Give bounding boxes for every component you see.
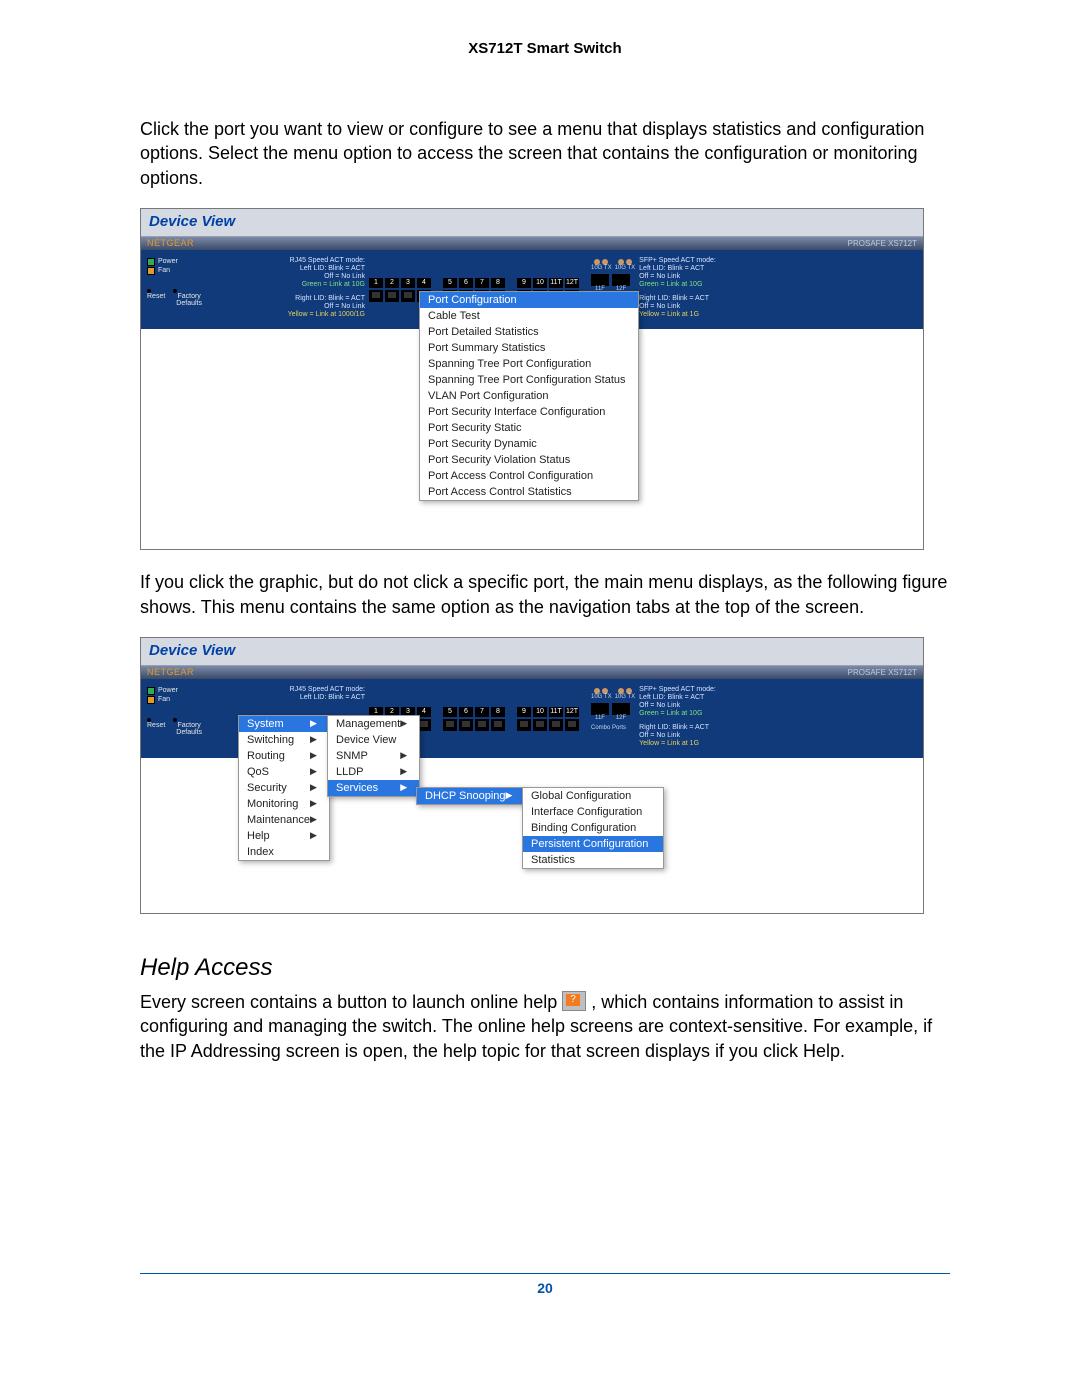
menu-interface-config[interactable]: Interface Configuration [523, 804, 663, 820]
footer-rule [140, 1273, 950, 1274]
menu-vlan-port-config[interactable]: VLAN Port Configuration [420, 388, 638, 404]
main-menu-col4[interactable]: Global Configuration Interface Configura… [522, 787, 664, 869]
panel-title: Device View [141, 209, 923, 237]
main-menu-col2[interactable]: Management▶ Device View SNMP▶ LLDP▶ Serv… [327, 715, 420, 797]
menu-stp-port-config-status[interactable]: Spanning Tree Port Configuration Status [420, 372, 638, 388]
port-context-menu[interactable]: Port Configuration Cable Test Port Detai… [419, 291, 639, 501]
menu-port-access-control-stats[interactable]: Port Access Control Statistics [420, 484, 638, 500]
menu-port-security-interface[interactable]: Port Security Interface Configuration [420, 404, 638, 420]
menu-port-access-control-config[interactable]: Port Access Control Configuration [420, 468, 638, 484]
help-icon [562, 991, 586, 1011]
menu-statistics[interactable]: Statistics [523, 852, 663, 868]
menu-services[interactable]: Services▶ [328, 780, 419, 796]
led-power: Power [158, 258, 178, 265]
menu-maintenance[interactable]: Maintenance▶ [239, 812, 329, 828]
menu-device-view[interactable]: Device View [328, 732, 419, 748]
led-reset: Reset [147, 293, 165, 300]
paragraph-1: Click the port you want to view or confi… [140, 117, 950, 190]
menu-port-configuration[interactable]: Port Configuration [420, 292, 638, 308]
led-fan: Fan [158, 267, 170, 274]
menu-port-security-violation[interactable]: Port Security Violation Status [420, 452, 638, 468]
doc-title: XS712T Smart Switch [140, 40, 950, 57]
menu-port-summary-statistics[interactable]: Port Summary Statistics [420, 340, 638, 356]
model-text: PROSAFE XS712T [848, 237, 923, 250]
panel-title-2: Device View [141, 638, 923, 666]
legend-left: RJ45 Speed ACT mode: Left LID: Blink = A… [205, 241, 369, 319]
menu-help[interactable]: Help▶ [239, 828, 329, 844]
paragraph-2: If you click the graphic, but do not cli… [140, 570, 950, 619]
device-view-panel-2: Device View NETGEAR PROSAFE XS712T Power… [140, 637, 924, 914]
menu-port-security-dynamic[interactable]: Port Security Dynamic [420, 436, 638, 452]
menu-qos[interactable]: QoS▶ [239, 764, 329, 780]
menu-dhcp-snooping[interactable]: DHCP Snooping▶ [417, 788, 524, 804]
led-factory: Factory Defaults [176, 293, 202, 307]
brand-text-2: NETGEAR [147, 667, 194, 677]
menu-lldp[interactable]: LLDP▶ [328, 764, 419, 780]
legend-right: SFP+ Speed ACT mode: Left LID: Blink = A… [635, 241, 749, 319]
paragraph-3: Every screen contains a button to launch… [140, 990, 950, 1063]
help-access-heading: Help Access [140, 954, 950, 982]
main-menu-col1[interactable]: System▶ Switching▶ Routing▶ QoS▶ Securit… [238, 715, 330, 861]
menu-persistent-config[interactable]: Persistent Configuration [523, 836, 663, 852]
menu-security[interactable]: Security▶ [239, 780, 329, 796]
menu-cable-test[interactable]: Cable Test [420, 308, 638, 324]
menu-system[interactable]: System▶ [239, 716, 329, 732]
menu-management[interactable]: Management▶ [328, 716, 419, 732]
main-menu-col3[interactable]: DHCP Snooping▶ [416, 787, 525, 805]
menu-monitoring[interactable]: Monitoring▶ [239, 796, 329, 812]
menu-global-config[interactable]: Global Configuration [523, 788, 663, 804]
menu-stp-port-config[interactable]: Spanning Tree Port Configuration [420, 356, 638, 372]
menu-port-security-static[interactable]: Port Security Static [420, 420, 638, 436]
menu-routing[interactable]: Routing▶ [239, 748, 329, 764]
menu-index[interactable]: Index [239, 844, 329, 860]
menu-switching[interactable]: Switching▶ [239, 732, 329, 748]
device-view-panel-1: Device View NETGEAR PROSAFE XS712T Power… [140, 208, 924, 550]
model-text-2: PROSAFE XS712T [848, 666, 923, 679]
page-number: 20 [140, 1280, 950, 1296]
menu-binding-config[interactable]: Binding Configuration [523, 820, 663, 836]
menu-snmp[interactable]: SNMP▶ [328, 748, 419, 764]
menu-port-detailed-statistics[interactable]: Port Detailed Statistics [420, 324, 638, 340]
brand-text: NETGEAR [147, 238, 194, 248]
